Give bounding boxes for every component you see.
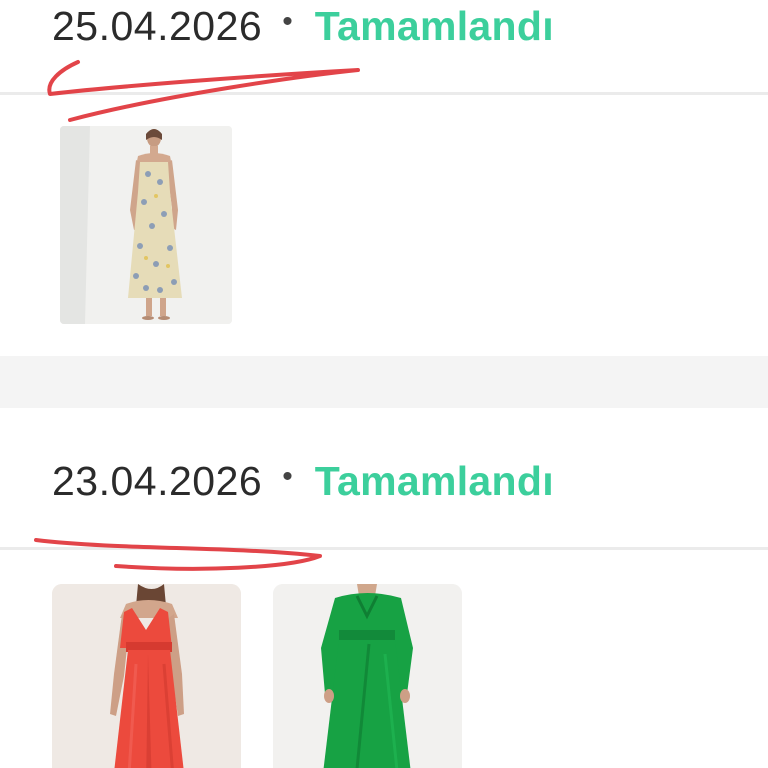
- red-underline-annotation: [34, 60, 360, 571]
- orders-page: 25.04.2026 • Tamamlandı 23.04.2026 • Tam…: [0, 0, 768, 768]
